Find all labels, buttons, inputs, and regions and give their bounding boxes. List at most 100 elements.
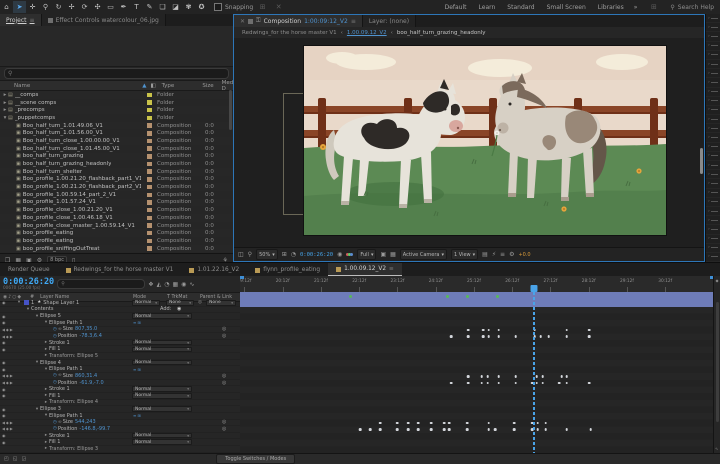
project-search-input[interactable]: ⚲ [4,68,229,79]
project-item[interactable]: ▣ Boo_profile_close_1.00.46.18_V1 Composit… [0,214,233,222]
project-item[interactable]: ▾ ▤ _puppetcomps Folder [0,114,233,122]
rulers-icon[interactable]: ⊞ [282,251,287,258]
hand-tool[interactable]: ✛ [26,1,39,13]
snapshot-icon[interactable]: ◉ [337,251,342,258]
timeline-row-group[interactable]: ◉ ▸ Fill 1 Normal ▾ [0,439,240,447]
mode-select[interactable]: Normal ▾ [132,392,192,399]
keyframe-dot[interactable] [565,335,568,338]
dock-panel-row[interactable]: › [706,253,720,262]
workspace-grid-icon[interactable]: ⊞ [647,1,660,13]
workspace-standard[interactable]: Standard [507,4,534,11]
expression-icon[interactable]: ◎ [222,380,226,386]
pan-camera-tool[interactable]: ✢ [65,1,78,13]
dock-panel-row[interactable]: › [706,78,720,88]
project-item[interactable]: ▣ boo_profile_eating Composition 0:0 [0,237,233,245]
expression-keyframe-dot[interactable] [446,294,450,298]
pan-behind-tool[interactable]: ✣ [91,1,104,13]
camera-select[interactable]: Active Camera ▾ [399,249,447,260]
project-item[interactable]: ▣ boo_half_turn_grazing_headonly Compositi… [0,160,233,168]
project-column-headers[interactable]: Name ▲ ◧ Type Size Media D [0,80,238,92]
timeline-row-path[interactable]: ◉ ▾ Ellipse Path 1 ≡⊞ [0,366,240,374]
keyframe-dot[interactable] [466,335,470,338]
stopwatch-icon[interactable]: ◷ [53,426,57,431]
snapping-checkbox[interactable] [214,3,222,11]
keyframe-dot[interactable] [565,428,568,431]
timeline-row-prop[interactable]: ◀◆▶ ◷ Position -78.3,6.4 ◎ [0,333,240,340]
current-time-display[interactable]: 0:00:26:20 00670 (25.00 fps) [3,278,54,291]
magnify-icon[interactable]: ⚲ [248,251,252,258]
keyframe-dot[interactable] [396,421,399,425]
keyframe-dot[interactable] [447,421,451,425]
keyframe-dot[interactable] [442,428,446,431]
dock-panel-row[interactable]: › [706,225,720,235]
timeline-tab-3[interactable]: flynn_profile_eating [247,263,328,277]
dock-panel-row[interactable]: › [706,97,720,106]
link-dimensions-icon[interactable]: ∞ [58,420,62,425]
timeline-row-prop[interactable]: ◀◆▶ ◷ ∞ Size 860,31.4 ◎ [0,373,240,380]
keyframe-nav[interactable]: ◀◆▶ [0,380,16,385]
row-label[interactable]: Ellipse Path 1 [49,366,83,372]
expression-icon[interactable]: ◎ [222,333,226,339]
keyframe-dot[interactable] [442,421,446,425]
keyframe-dot[interactable] [565,375,568,378]
dock-panel-row[interactable]: › [706,198,720,207]
project-item[interactable]: ▣ Boo_profile_1.00.59.14_part_2_V1 Composi… [0,191,233,199]
dock-panel-row[interactable]: › [706,189,720,198]
keyframe-nav[interactable]: ◀◆▶ [0,420,16,425]
keyframe-dot[interactable] [486,381,490,385]
video-toggle[interactable]: ◉ [0,300,16,305]
stopwatch-icon[interactable]: ◷ [53,420,57,425]
row-label[interactable]: Position [58,380,77,386]
viewer-scrollbar[interactable] [700,148,703,174]
time-ruler[interactable]: 19:12f 20:12f 21:12f 22:12f 23:12f 24:12f 25:1… [240,276,714,293]
dock-panel-row[interactable]: › [706,143,720,152]
timeline-row-group[interactable]: ◉ ▸ Fill 1 Normal ▾ [0,346,240,354]
project-item[interactable]: ▣ Boo_profile_1.01.57.24_V1 Composition 0:0 [0,198,233,207]
label-color-swatch[interactable] [147,161,152,167]
timeline-row-group[interactable]: ◉ ▸ Stroke 1 Normal ▾ [0,433,240,440]
keyframe-dot[interactable] [379,421,382,425]
timeline-tab-0[interactable]: Render Queue [0,263,58,277]
dock-panel-row[interactable]: › [706,88,720,97]
label-color-swatch[interactable] [147,138,152,144]
project-item[interactable]: ▸ ▤ __scene comps Folder [0,99,233,107]
dock-panel-row[interactable]: › [706,170,720,180]
project-item[interactable]: ▣ Boo_half_turn_shelter Composition 0:0 [0,167,233,176]
layer-color-swatch[interactable] [24,300,29,306]
timeline-row-plain[interactable]: ▸ Transform: Ellipse 5 [0,353,240,360]
keyframe-dot[interactable] [541,375,545,378]
row-label[interactable]: Fill 1 [49,393,60,399]
playhead-line[interactable] [532,292,535,453]
label-color-swatch[interactable] [147,177,152,182]
mode-select[interactable]: Normal ▾ [132,313,192,319]
label-color-swatch[interactable] [147,123,152,128]
expand-inout-icon[interactable]: ◲ [21,456,26,462]
mode-select[interactable]: Normal ▾ [132,432,192,439]
workspace-learn[interactable]: Learn [479,4,496,11]
dock-panel-row[interactable]: › [706,161,720,171]
exposure-value[interactable]: +0.0 [518,252,530,258]
add-menu-icon[interactable]: ◉ [177,306,181,312]
expression-keyframe-dot[interactable] [495,294,499,298]
expression-keyframe-dot[interactable] [466,294,470,298]
row-label[interactable]: Ellipse 4 [40,360,61,366]
graph-editor-icon[interactable]: ∿ [189,281,194,288]
viewer-timecode[interactable]: 0:00:26:20 [300,252,333,258]
label-color-swatch[interactable] [147,215,152,221]
keyframe-dot[interactable] [429,421,433,425]
label-color-swatch[interactable] [147,92,152,98]
search-help[interactable]: ⚲ Search Help [670,4,714,11]
keyframe-dot[interactable] [406,421,410,425]
video-toggle[interactable]: ◉ [0,387,16,392]
project-scrollbar[interactable] [229,90,232,130]
keyframe-dot[interactable] [493,428,497,431]
label-color-swatch[interactable] [147,131,152,136]
property-value[interactable]: 860,31.4 [75,373,97,379]
project-item[interactable]: ▸ ▤ __comps Folder [0,91,233,99]
keyframe-dot[interactable] [480,381,484,385]
keyframe-dot[interactable] [447,428,451,431]
mask-visibility-icon[interactable]: ◔ [291,251,296,258]
video-toggle[interactable]: ◉ [0,360,16,365]
tab-project[interactable]: Project ≡ [0,14,42,26]
mode-select[interactable]: Normal ▾ [132,300,160,306]
